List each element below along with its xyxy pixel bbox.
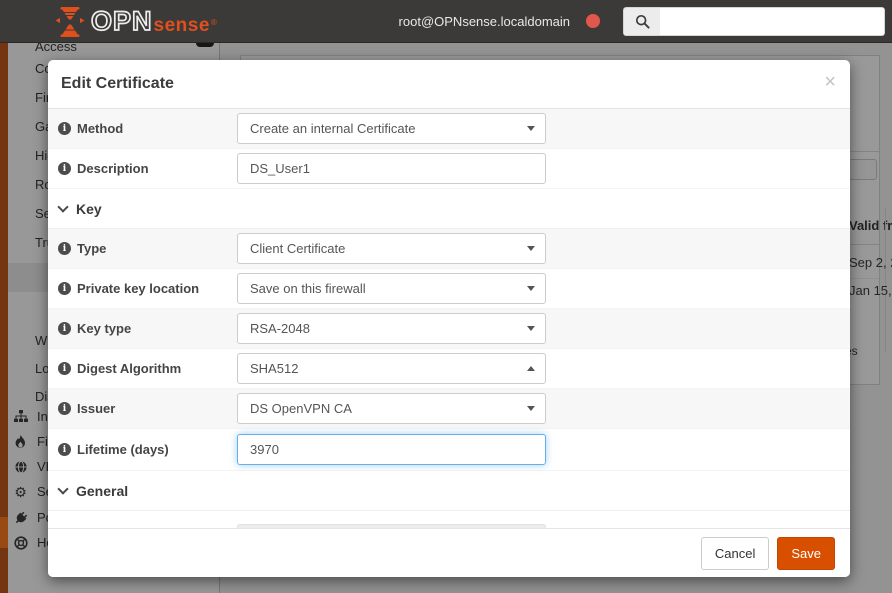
search-icon <box>623 7 660 36</box>
field-label: Lifetime (days) <box>58 442 237 457</box>
select-value: DS OpenVPN CA <box>250 401 352 416</box>
field-label-text: Private key location <box>77 281 199 296</box>
form-row-digest-algorithm: Digest Algorithm SHA512 <box>48 349 850 389</box>
private-key-location-select[interactable]: Save on this firewall <box>237 273 546 304</box>
chevron-down-icon <box>527 246 535 251</box>
field-label: Issuer <box>58 401 237 416</box>
form-row-method: Method Create an internal Certificate <box>48 109 850 149</box>
save-button[interactable]: Save <box>777 537 835 570</box>
digest-algorithm-select[interactable]: SHA512 <box>237 353 546 384</box>
lifetime-days-input[interactable] <box>237 434 546 465</box>
select-value: RSA-2048 <box>250 321 310 336</box>
brand-text-opn: OPN <box>91 5 153 38</box>
info-icon <box>58 122 71 135</box>
section-header-general[interactable]: General <box>48 471 850 511</box>
info-icon <box>58 282 71 295</box>
chevron-down-icon <box>527 286 535 291</box>
field-label-text: Type <box>77 241 106 256</box>
chevron-down-icon <box>527 406 535 411</box>
search-box <box>623 7 885 36</box>
close-icon[interactable]: × <box>824 69 836 95</box>
modal-header: Edit Certificate × <box>48 60 850 109</box>
section-title: Key <box>76 201 102 217</box>
field-label: Method <box>58 121 237 136</box>
chevron-down-icon <box>57 483 68 494</box>
info-icon <box>58 162 71 175</box>
select-value: SHA512 <box>250 361 298 376</box>
field-label-text: Key type <box>77 321 131 336</box>
chevron-down-icon <box>527 126 535 131</box>
field-label-text: Description <box>77 161 149 176</box>
hourglass-icon <box>55 6 85 38</box>
select-value: Create an internal Certificate <box>250 121 415 136</box>
registered-mark: ® <box>211 18 217 27</box>
description-input[interactable] <box>237 153 546 184</box>
select-value: Save on this firewall <box>250 281 366 296</box>
status-indicator-dot <box>586 14 600 28</box>
chevron-up-icon <box>527 366 535 371</box>
form-row-type: Type Client Certificate <box>48 229 850 269</box>
opnsense-logo[interactable]: OPNsense® <box>55 5 217 38</box>
select-value: Client Certificate <box>250 241 345 256</box>
form-row-private-key-location: Private key location Save on this firewa… <box>48 269 850 309</box>
form-row-issuer: Issuer DS OpenVPN CA <box>48 389 850 429</box>
search-input[interactable] <box>660 7 885 36</box>
form-row-description: Description <box>48 149 850 189</box>
field-label-text: Lifetime (days) <box>77 442 169 457</box>
field-label-text: Issuer <box>77 401 115 416</box>
method-select[interactable]: Create an internal Certificate <box>237 113 546 144</box>
modal-title: Edit Certificate <box>61 75 174 93</box>
field-label: Key type <box>58 321 237 336</box>
brand-text-sense: sense <box>154 15 210 37</box>
section-title: General <box>76 483 128 499</box>
info-icon <box>58 402 71 415</box>
form-row-key-type: Key type RSA-2048 <box>48 309 850 349</box>
cancel-button[interactable]: Cancel <box>701 537 769 570</box>
modal-footer: Cancel Save <box>48 528 850 577</box>
issuer-select[interactable]: DS OpenVPN CA <box>237 393 546 424</box>
info-icon <box>58 322 71 335</box>
info-icon <box>58 443 71 456</box>
form-row-lifetime: Lifetime (days) <box>48 429 850 471</box>
logged-in-user: root@OPNsense.localdomain <box>399 14 570 29</box>
info-icon <box>58 362 71 375</box>
field-label: Description <box>58 161 237 176</box>
field-label-text: Digest Algorithm <box>77 361 181 376</box>
edit-certificate-modal: Edit Certificate × Method Create an inte… <box>48 60 850 577</box>
info-icon <box>58 242 71 255</box>
opnsense-app: Access Configuration Firmware Gateways H… <box>0 0 892 593</box>
chevron-down-icon <box>57 201 68 212</box>
field-label: Digest Algorithm <box>58 361 237 376</box>
type-select[interactable]: Client Certificate <box>237 233 546 264</box>
field-label-text: Method <box>77 121 123 136</box>
section-header-key[interactable]: Key <box>48 189 850 229</box>
field-label: Private key location <box>58 281 237 296</box>
key-type-select[interactable]: RSA-2048 <box>237 313 546 344</box>
top-header: OPNsense® root@OPNsense.localdomain <box>0 0 892 43</box>
chevron-down-icon <box>527 326 535 331</box>
field-label: Type <box>58 241 237 256</box>
modal-body: Method Create an internal Certificate De… <box>48 109 850 530</box>
